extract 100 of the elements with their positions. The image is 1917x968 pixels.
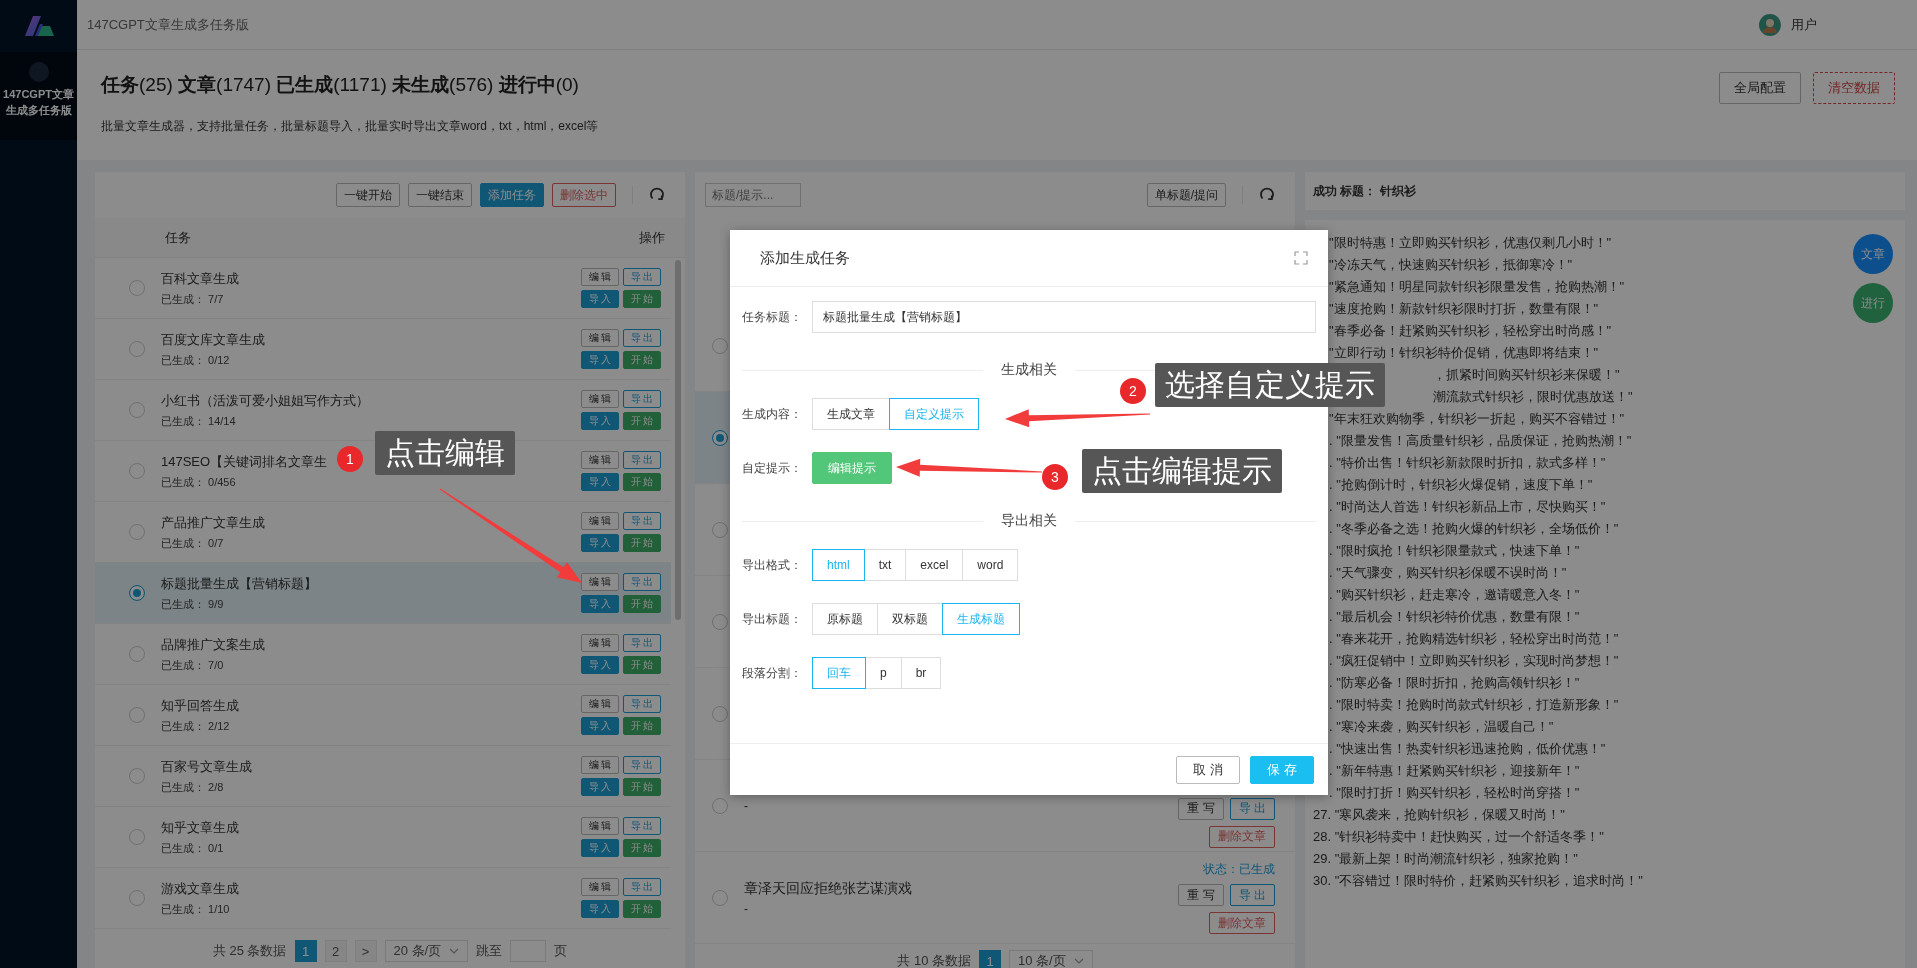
action-button[interactable]: 导 入 <box>581 717 619 735</box>
radio-button[interactable] <box>712 889 728 906</box>
task-row[interactable]: 知乎文章生成 已生成： 0/1 编 辑 导 出 导 入 开 始 <box>95 807 671 868</box>
action-button[interactable]: 开 始 <box>623 473 661 491</box>
action-button[interactable]: 编 辑 <box>581 878 619 896</box>
radio-button[interactable] <box>129 402 145 418</box>
action-button[interactable]: 导 入 <box>581 473 619 491</box>
dialog-button[interactable]: 取 消 <box>1176 755 1240 784</box>
action-button[interactable]: 导 入 <box>581 778 619 796</box>
segment-option[interactable]: 自定义提示 <box>889 398 979 430</box>
toolbar-button[interactable]: 删除选中 <box>552 183 616 207</box>
radio-button[interactable] <box>129 829 145 845</box>
action-button[interactable]: 编 辑 <box>581 268 619 286</box>
dialog-button[interactable]: 保 存 <box>1250 755 1314 784</box>
action-button[interactable]: 导 出 <box>1229 884 1275 906</box>
action-button[interactable]: 导 入 <box>581 351 619 369</box>
action-button[interactable]: 开 始 <box>623 351 661 369</box>
action-button[interactable]: 编 辑 <box>581 756 619 774</box>
page-button[interactable]: 1 <box>294 940 317 962</box>
radio-button[interactable] <box>129 463 145 479</box>
radio-button[interactable] <box>129 280 145 296</box>
radio-button[interactable] <box>712 429 728 446</box>
segment-option[interactable]: 原标题 <box>812 603 878 635</box>
text-field[interactable]: 标题批量生成【营销标题】 <box>812 301 1316 333</box>
action-button[interactable]: 导 入 <box>581 839 619 857</box>
segment-option[interactable]: 回车 <box>812 657 866 689</box>
action-button[interactable]: 开 始 <box>623 839 661 857</box>
action-button[interactable]: 导 出 <box>623 634 661 652</box>
radio-button[interactable] <box>129 341 145 357</box>
header-button[interactable]: 全局配置 <box>1719 72 1801 104</box>
action-button[interactable]: 编 辑 <box>581 451 619 469</box>
action-button[interactable]: 重 写 <box>1178 884 1224 906</box>
action-button[interactable]: 导 出 <box>623 695 661 713</box>
action-button[interactable]: 导 出 <box>623 573 661 591</box>
fullscreen-icon[interactable] <box>1294 251 1308 265</box>
segment-option[interactable]: 生成标题 <box>942 603 1020 635</box>
action-button[interactable]: 删除文章 <box>1209 912 1275 934</box>
action-button[interactable]: 导 出 <box>623 878 661 896</box>
action-button[interactable]: 导 出 <box>623 817 661 835</box>
task-row[interactable]: 标题批量生成【营销标题】 已生成： 9/9 编 辑 导 出 导 入 开 始 <box>95 563 671 624</box>
edit-prompt-button[interactable]: 编辑提示 <box>812 452 892 484</box>
segment-option[interactable]: txt <box>863 549 907 581</box>
action-button[interactable]: 导 入 <box>581 534 619 552</box>
toolbar-button[interactable]: 添加任务 <box>480 183 544 207</box>
radio-button[interactable] <box>712 521 728 538</box>
action-button[interactable]: 编 辑 <box>581 512 619 530</box>
action-button[interactable]: 导 入 <box>581 290 619 308</box>
page-size-select[interactable]: 10 条/页 <box>1009 950 1093 968</box>
action-button[interactable]: 导 出 <box>623 268 661 286</box>
toolbar-button[interactable]: 单标题/提问 <box>1146 183 1226 207</box>
action-button[interactable]: 开 始 <box>623 656 661 674</box>
page-button[interactable]: 2 <box>324 940 347 962</box>
task-row[interactable]: 百度文库文章生成 已生成： 0/12 编 辑 导 出 导 入 开 始 <box>95 319 671 380</box>
toolbar-button[interactable]: 一键开始 <box>336 183 400 207</box>
action-button[interactable]: 重 写 <box>1178 797 1224 820</box>
scrollbar[interactable] <box>675 260 681 620</box>
action-button[interactable]: 开 始 <box>623 778 661 796</box>
segment-option[interactable]: 生成文章 <box>812 398 890 430</box>
action-button[interactable]: 导 出 <box>623 756 661 774</box>
action-button[interactable]: 编 辑 <box>581 390 619 408</box>
action-button[interactable]: 导 入 <box>581 900 619 918</box>
radio-button[interactable] <box>129 524 145 540</box>
radio-button[interactable] <box>129 707 145 723</box>
segment-option[interactable]: html <box>812 549 865 581</box>
action-button[interactable]: 导 出 <box>623 512 661 530</box>
radio-button[interactable] <box>712 613 728 630</box>
next-page-button[interactable]: > <box>354 940 377 962</box>
action-button[interactable]: 导 出 <box>623 390 661 408</box>
action-button[interactable]: 开 始 <box>623 290 661 308</box>
segment-option[interactable]: p <box>865 657 902 689</box>
float-button[interactable]: 文章 <box>1853 234 1893 274</box>
action-button[interactable]: 开 始 <box>623 595 661 613</box>
action-button[interactable]: 导 入 <box>581 595 619 613</box>
radio-button[interactable] <box>129 768 145 784</box>
segment-option[interactable]: 双标题 <box>877 603 943 635</box>
action-button[interactable]: 导 入 <box>581 656 619 674</box>
action-button[interactable]: 删除文章 <box>1209 825 1275 848</box>
float-button[interactable]: 进行 <box>1853 283 1893 323</box>
radio-button[interactable] <box>712 797 728 814</box>
radio-button[interactable] <box>129 585 145 601</box>
toolbar-button[interactable]: 一键结束 <box>408 183 472 207</box>
action-button[interactable]: 导 出 <box>623 329 661 347</box>
task-row[interactable]: 游戏文章生成 已生成： 1/10 编 辑 导 出 导 入 开 始 <box>95 868 671 929</box>
segment-option[interactable]: excel <box>905 549 964 581</box>
segment-option[interactable]: word <box>962 549 1019 581</box>
sidebar-item[interactable]: 147CGPT文章生成多任务版 <box>0 52 77 140</box>
action-button[interactable]: 编 辑 <box>581 573 619 591</box>
action-button[interactable]: 导 入 <box>581 412 619 430</box>
action-button[interactable]: 开 始 <box>623 534 661 552</box>
action-button[interactable]: 开 始 <box>623 717 661 735</box>
search-field[interactable]: 标题/提示... <box>705 183 801 207</box>
task-row[interactable]: 知乎回答生成 已生成： 2/12 编 辑 导 出 导 入 开 始 <box>95 685 671 746</box>
segment-option[interactable]: br <box>900 657 942 689</box>
action-button[interactable]: 导 出 <box>623 451 661 469</box>
radio-button[interactable] <box>712 705 728 722</box>
user-name[interactable]: 用户 <box>1791 15 1817 34</box>
action-button[interactable]: 开 始 <box>623 900 661 918</box>
action-button[interactable]: 导 出 <box>1229 797 1275 820</box>
radio-button[interactable] <box>129 646 145 662</box>
task-row[interactable]: 品牌推广文案生成 已生成： 7/0 编 辑 导 出 导 入 开 始 <box>95 624 671 685</box>
